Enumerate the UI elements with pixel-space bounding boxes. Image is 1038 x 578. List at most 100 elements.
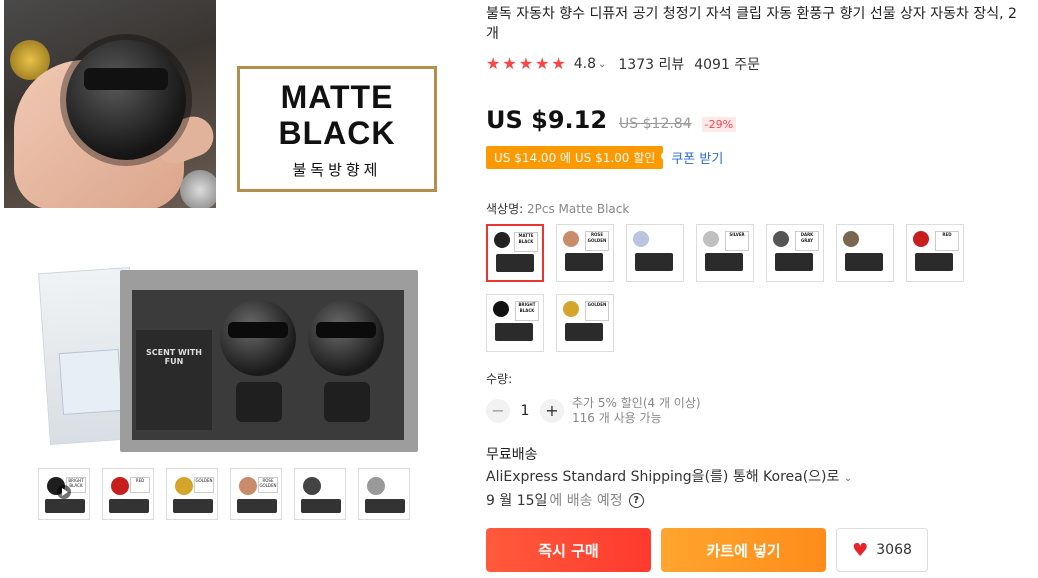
thumbnail-item[interactable]: BRIGHT BLACK	[38, 468, 90, 520]
rating-value[interactable]: 4.8	[574, 56, 596, 72]
color-label-text: 색상명:	[486, 202, 524, 216]
star-icon: ★	[502, 54, 517, 73]
chevron-down-icon[interactable]: ⌄	[844, 473, 852, 484]
price-row: US $9.12 US $12.84 -29%	[486, 106, 737, 134]
coupon-badge: US $14.00 에 US $1.00 할인	[486, 146, 670, 169]
image-gallery: MATTE BLACK 불독방향제 SCENT WITH FUN BRIGHT …	[0, 0, 460, 578]
thumbnail-tag: RED	[130, 477, 150, 493]
quantity-input[interactable]: 1	[510, 403, 540, 419]
color-swatch-grid: MATTE BLACK ROSE GOLDEN SILVER DARK GRAY RED…	[486, 224, 986, 352]
play-icon[interactable]	[57, 485, 71, 499]
color-swatch[interactable]: MATTE BLACK	[486, 224, 544, 282]
thumbnail-box	[301, 499, 341, 513]
selected-color-value: 2Pcs Matte Black	[527, 202, 630, 216]
color-swatch[interactable]: RED	[906, 224, 964, 282]
decrease-quantity-button[interactable]: −	[486, 399, 510, 423]
bulldog-figure	[66, 40, 186, 160]
swatch-bulldog	[633, 231, 649, 247]
stock-available-note: 116 개 사용 가능	[572, 411, 662, 425]
color-swatch[interactable]: ROSE GOLDEN	[556, 224, 614, 282]
quantity-label: 수량:	[486, 372, 513, 386]
swatch-tag: ROSE GOLDEN	[585, 231, 609, 251]
review-count-link[interactable]: 1373 리뷰	[618, 54, 684, 74]
thumbnail-bulldog	[239, 477, 257, 495]
coupon-row: US $14.00 에 US $1.00 할인 쿠폰 받기	[486, 146, 723, 169]
wishlist-button[interactable]: ♥ 3068	[836, 528, 928, 572]
heart-icon: ♥	[852, 539, 869, 561]
color-swatch[interactable]	[626, 224, 684, 282]
wishlist-count: 3068	[876, 542, 912, 558]
thumbnail-item[interactable]	[294, 468, 346, 520]
bulk-discount-note: 추가 5% 할인(4 개 이상)	[572, 396, 701, 410]
get-coupon-link[interactable]: 쿠폰 받기	[671, 148, 723, 167]
product-title: 불독 자동차 향수 디퓨저 공기 청정기 자석 클립 자동 환풍구 향기 선물 …	[486, 6, 1017, 42]
main-product-image[interactable]: MATTE BLACK 불독방향제 SCENT WITH FUN	[4, 0, 454, 458]
vent-clip-right	[324, 382, 370, 422]
swatch-box	[495, 323, 533, 341]
swatch-box	[705, 253, 743, 271]
thumbnail-tag: ROSE GOLDEN	[258, 477, 278, 493]
buy-now-button[interactable]: 즉시 구매	[486, 528, 651, 572]
thumbnail-box	[109, 499, 149, 513]
chevron-down-icon[interactable]: ⌄	[598, 59, 606, 70]
thumbnail-tag: GOLDEN	[194, 477, 214, 493]
color-label: 색상명: 2Pcs Matte Black	[486, 200, 629, 217]
color-swatch[interactable]	[836, 224, 894, 282]
label-line-3: 불독방향제	[292, 160, 382, 179]
add-to-cart-button[interactable]: 카트에 넣기	[661, 528, 826, 572]
swatch-tag: SILVER	[725, 231, 749, 251]
thumbnail-item[interactable]: RED	[102, 468, 154, 520]
swatch-box	[635, 253, 673, 271]
thumbnail-box	[237, 499, 277, 513]
swatch-bulldog	[563, 301, 579, 317]
help-icon[interactable]: ?	[628, 492, 644, 508]
variant-label-card: MATTE BLACK 불독방향제	[237, 66, 437, 192]
thumbnail-box	[45, 499, 85, 513]
color-swatch[interactable]: BRIGHT BLACK	[486, 294, 544, 352]
discount-badge: -29%	[701, 117, 737, 132]
swatch-bulldog	[773, 231, 789, 247]
swatch-tag: BRIGHT BLACK	[515, 301, 539, 321]
order-count: 4091 주문	[694, 57, 761, 73]
gift-box: SCENT WITH FUN	[120, 270, 418, 452]
thumbnail-bulldog	[175, 477, 193, 495]
swatch-bulldog	[494, 232, 510, 248]
thumbnail-box	[365, 499, 405, 513]
swatch-box	[845, 253, 883, 271]
refill-card	[58, 348, 123, 416]
swatch-bulldog	[843, 231, 859, 247]
shipping-method-text: AliExpress Standard Shipping을(를) 통해 Kore…	[486, 469, 840, 485]
color-swatch[interactable]: SILVER	[696, 224, 754, 282]
original-price: US $12.84	[619, 116, 692, 132]
delivery-date: 9 월 15일	[486, 493, 548, 509]
gift-box-photo: SCENT WITH FUN	[4, 210, 454, 458]
shipping-method-selector[interactable]: AliExpress Standard Shipping을(를) 통해 Kore…	[486, 466, 852, 486]
thumbnail-item[interactable]: ROSE GOLDEN	[230, 468, 282, 520]
thumbnail-item[interactable]: GOLDEN	[166, 468, 218, 520]
star-icon: ★	[518, 54, 534, 73]
bulldog-sunglasses	[84, 68, 168, 90]
swatch-box	[496, 254, 534, 272]
delivery-estimate: 9 월 15일 에 배송 예정 ?	[486, 490, 644, 510]
color-swatch[interactable]: DARK GRAY	[766, 224, 824, 282]
increase-quantity-button[interactable]: +	[540, 399, 564, 423]
thumbnail-bulldog	[111, 477, 129, 495]
gift-box-tray: SCENT WITH FUN	[132, 290, 404, 440]
swatch-tag: RED	[935, 231, 959, 251]
swatch-bulldog	[913, 231, 929, 247]
thumbnail-item[interactable]	[358, 468, 410, 520]
swatch-box	[565, 323, 603, 341]
swatch-bulldog	[563, 231, 579, 247]
hand-holding-product-photo	[4, 0, 216, 208]
shipping-title: 무료배송	[486, 447, 538, 463]
thumbnail-bulldog	[303, 477, 321, 495]
vent-clip-left	[236, 382, 282, 422]
color-swatch[interactable]: GOLDEN	[556, 294, 614, 352]
swatch-box	[915, 253, 953, 271]
delivery-suffix: 에 배송 예정	[549, 493, 623, 509]
bulldog-left	[220, 300, 296, 376]
swatch-bulldog	[493, 301, 509, 317]
bulldog-right	[308, 300, 384, 376]
star-icon: ★	[535, 54, 550, 73]
swatch-bulldog	[703, 231, 719, 247]
